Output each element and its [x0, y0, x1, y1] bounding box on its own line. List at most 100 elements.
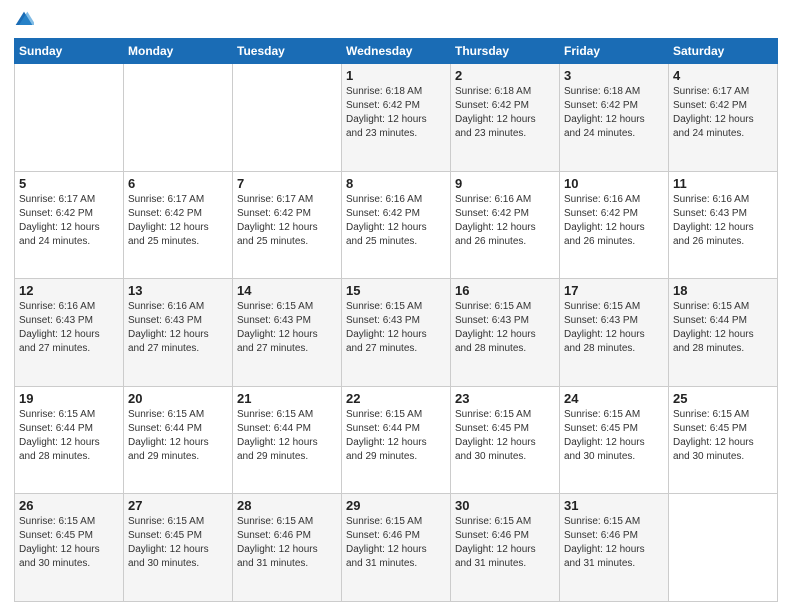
day-info: Sunrise: 6:15 AMSunset: 6:45 PMDaylight:… — [19, 515, 119, 571]
day-info: Sunrise: 6:15 AMSunset: 6:43 PMDaylight:… — [455, 300, 555, 356]
day-number: 11 — [673, 176, 773, 191]
calendar-cell: 16 Sunrise: 6:15 AMSunset: 6:43 PMDayligh… — [451, 279, 560, 387]
day-number: 5 — [19, 176, 119, 191]
day-info: Sunrise: 6:15 AMSunset: 6:45 PMDaylight:… — [673, 408, 773, 464]
day-info: Sunrise: 6:15 AMSunset: 6:46 PMDaylight:… — [564, 515, 664, 571]
calendar-cell: 30 Sunrise: 6:15 AMSunset: 6:46 PMDayligh… — [451, 494, 560, 602]
logo — [14, 10, 38, 30]
day-info: Sunrise: 6:16 AMSunset: 6:42 PMDaylight:… — [455, 193, 555, 249]
calendar-cell: 22Sunrise: 6:15 AMSunset: 6:44 PMDayligh… — [342, 386, 451, 494]
day-number: 8 — [346, 176, 446, 191]
calendar-week-row: 12 Sunrise: 6:16 AMSunset: 6:43 PMDayligh… — [15, 279, 778, 387]
calendar-week-row: 19Sunrise: 6:15 AMSunset: 6:44 PMDayligh… — [15, 386, 778, 494]
calendar-cell — [669, 494, 778, 602]
day-number: 4 — [673, 68, 773, 83]
calendar-cell: 31 Sunrise: 6:15 AMSunset: 6:46 PMDayligh… — [560, 494, 669, 602]
day-number: 21 — [237, 391, 337, 406]
day-number: 13 — [128, 283, 228, 298]
calendar-cell: 28 Sunrise: 6:15 AMSunset: 6:46 PMDayligh… — [233, 494, 342, 602]
weekday-header-thursday: Thursday — [451, 39, 560, 64]
day-info: Sunrise: 6:16 AMSunset: 6:43 PMDaylight:… — [673, 193, 773, 249]
calendar-cell: 12 Sunrise: 6:16 AMSunset: 6:43 PMDayligh… — [15, 279, 124, 387]
day-info: Sunrise: 6:15 AMSunset: 6:45 PMDaylight:… — [564, 408, 664, 464]
calendar-cell: 2 Sunrise: 6:18 AMSunset: 6:42 PMDaylight… — [451, 64, 560, 172]
day-info: Sunrise: 6:15 AMSunset: 6:46 PMDaylight:… — [237, 515, 337, 571]
weekday-header-wednesday: Wednesday — [342, 39, 451, 64]
calendar-cell: 25 Sunrise: 6:15 AMSunset: 6:45 PMDayligh… — [669, 386, 778, 494]
calendar-body: 1 Sunrise: 6:18 AMSunset: 6:42 PMDaylight… — [15, 64, 778, 602]
calendar-cell: 5Sunrise: 6:17 AMSunset: 6:42 PMDaylight… — [15, 171, 124, 279]
day-info: Sunrise: 6:15 AMSunset: 6:43 PMDaylight:… — [237, 300, 337, 356]
calendar-week-row: 5 Sunrise: 6:17 AMSunset: 6:42 PMDaylight… — [15, 171, 778, 279]
calendar-cell: 24 Sunrise: 6:15 AMSunset: 6:45 PMDayligh… — [560, 386, 669, 494]
day-info: Sunrise: 6:17 AMSunset: 6:42 PMDaylight:… — [673, 85, 773, 141]
calendar-week-row: 26 Sunrise: 6:15 AMSunset: 6:45 PMDayligh… — [15, 494, 778, 602]
day-number: 1 — [346, 68, 446, 83]
day-info: Sunrise: 6:15 AMSunset: 6:45 PMDaylight:… — [455, 408, 555, 464]
day-number: 15 — [346, 283, 446, 298]
calendar-cell: 1 Sunrise: 6:18 AMSunset: 6:42 PMDaylight… — [342, 64, 451, 172]
calendar-cell: 14 Sunrise: 6:15 AMSunset: 6:43 PMDayligh… — [233, 279, 342, 387]
day-number: 22 — [346, 391, 446, 406]
weekday-header-tuesday: Tuesday — [233, 39, 342, 64]
day-number: 9 — [455, 176, 555, 191]
calendar-cell: 26 Sunrise: 6:15 AMSunset: 6:45 PMDayligh… — [15, 494, 124, 602]
day-number: 27 — [128, 498, 228, 513]
calendar-cell: 19Sunrise: 6:15 AMSunset: 6:44 PMDayligh… — [15, 386, 124, 494]
day-number: 28 — [237, 498, 337, 513]
day-number: 6 — [128, 176, 228, 191]
day-info: Sunrise: 6:16 AMSunset: 6:43 PMDaylight:… — [19, 300, 119, 356]
day-number: 24 — [564, 391, 664, 406]
day-info: Sunrise: 6:16 AMSunset: 6:42 PMDaylight:… — [564, 193, 664, 249]
day-info: Sunrise: 6:15 AMSunset: 6:44 PMDaylight:… — [673, 300, 773, 356]
day-info: Sunrise: 6:15 AMSunset: 6:44 PMDaylight:… — [237, 408, 337, 464]
weekday-header-monday: Monday — [124, 39, 233, 64]
weekday-header-saturday: Saturday — [669, 39, 778, 64]
calendar-cell: 18 Sunrise: 6:15 AMSunset: 6:44 PMDayligh… — [669, 279, 778, 387]
day-number: 14 — [237, 283, 337, 298]
calendar-cell: 27 Sunrise: 6:15 AMSunset: 6:45 PMDayligh… — [124, 494, 233, 602]
day-number: 17 — [564, 283, 664, 298]
day-number: 26 — [19, 498, 119, 513]
day-info: Sunrise: 6:15 AMSunset: 6:43 PMDaylight:… — [346, 300, 446, 356]
day-number: 18 — [673, 283, 773, 298]
calendar-cell: 7Sunrise: 6:17 AMSunset: 6:42 PMDaylight… — [233, 171, 342, 279]
calendar-cell: 13Sunrise: 6:16 AMSunset: 6:43 PMDayligh… — [124, 279, 233, 387]
weekday-header-sunday: Sunday — [15, 39, 124, 64]
day-number: 16 — [455, 283, 555, 298]
calendar-table: SundayMondayTuesdayWednesdayThursdayFrid… — [14, 38, 778, 602]
day-number: 10 — [564, 176, 664, 191]
day-number: 30 — [455, 498, 555, 513]
day-info: Sunrise: 6:15 AMSunset: 6:46 PMDaylight:… — [346, 515, 446, 571]
weekday-header-friday: Friday — [560, 39, 669, 64]
day-number: 25 — [673, 391, 773, 406]
day-info: Sunrise: 6:17 AMSunset: 6:42 PMDaylight:… — [128, 193, 228, 249]
calendar-header: SundayMondayTuesdayWednesdayThursdayFrid… — [15, 39, 778, 64]
header — [14, 10, 778, 30]
page: SundayMondayTuesdayWednesdayThursdayFrid… — [0, 0, 792, 612]
day-number: 31 — [564, 498, 664, 513]
calendar-cell: 3Sunrise: 6:18 AMSunset: 6:42 PMDaylight… — [560, 64, 669, 172]
day-number: 12 — [19, 283, 119, 298]
day-info: Sunrise: 6:15 AMSunset: 6:43 PMDaylight:… — [564, 300, 664, 356]
day-info: Sunrise: 6:15 AMSunset: 6:46 PMDaylight:… — [455, 515, 555, 571]
calendar-week-row: 1 Sunrise: 6:18 AMSunset: 6:42 PMDaylight… — [15, 64, 778, 172]
day-number: 7 — [237, 176, 337, 191]
calendar-cell: 21 Sunrise: 6:15 AMSunset: 6:44 PMDayligh… — [233, 386, 342, 494]
day-info: Sunrise: 6:15 AMSunset: 6:44 PMDaylight:… — [128, 408, 228, 464]
day-number: 3 — [564, 68, 664, 83]
day-info: Sunrise: 6:15 AMSunset: 6:44 PMDaylight:… — [19, 408, 119, 464]
calendar-cell: 8 Sunrise: 6:16 AMSunset: 6:42 PMDaylight… — [342, 171, 451, 279]
weekday-header-row: SundayMondayTuesdayWednesdayThursdayFrid… — [15, 39, 778, 64]
day-info: Sunrise: 6:18 AMSunset: 6:42 PMDaylight:… — [455, 85, 555, 141]
day-info: Sunrise: 6:18 AMSunset: 6:42 PMDaylight:… — [346, 85, 446, 141]
day-number: 2 — [455, 68, 555, 83]
calendar-cell: 6 Sunrise: 6:17 AMSunset: 6:42 PMDaylight… — [124, 171, 233, 279]
day-info: Sunrise: 6:15 AMSunset: 6:45 PMDaylight:… — [128, 515, 228, 571]
calendar-cell: 23Sunrise: 6:15 AMSunset: 6:45 PMDayligh… — [451, 386, 560, 494]
calendar-cell: 4 Sunrise: 6:17 AMSunset: 6:42 PMDaylight… — [669, 64, 778, 172]
day-number: 29 — [346, 498, 446, 513]
day-info: Sunrise: 6:16 AMSunset: 6:42 PMDaylight:… — [346, 193, 446, 249]
calendar-cell: 11 Sunrise: 6:16 AMSunset: 6:43 PMDayligh… — [669, 171, 778, 279]
calendar-cell — [124, 64, 233, 172]
